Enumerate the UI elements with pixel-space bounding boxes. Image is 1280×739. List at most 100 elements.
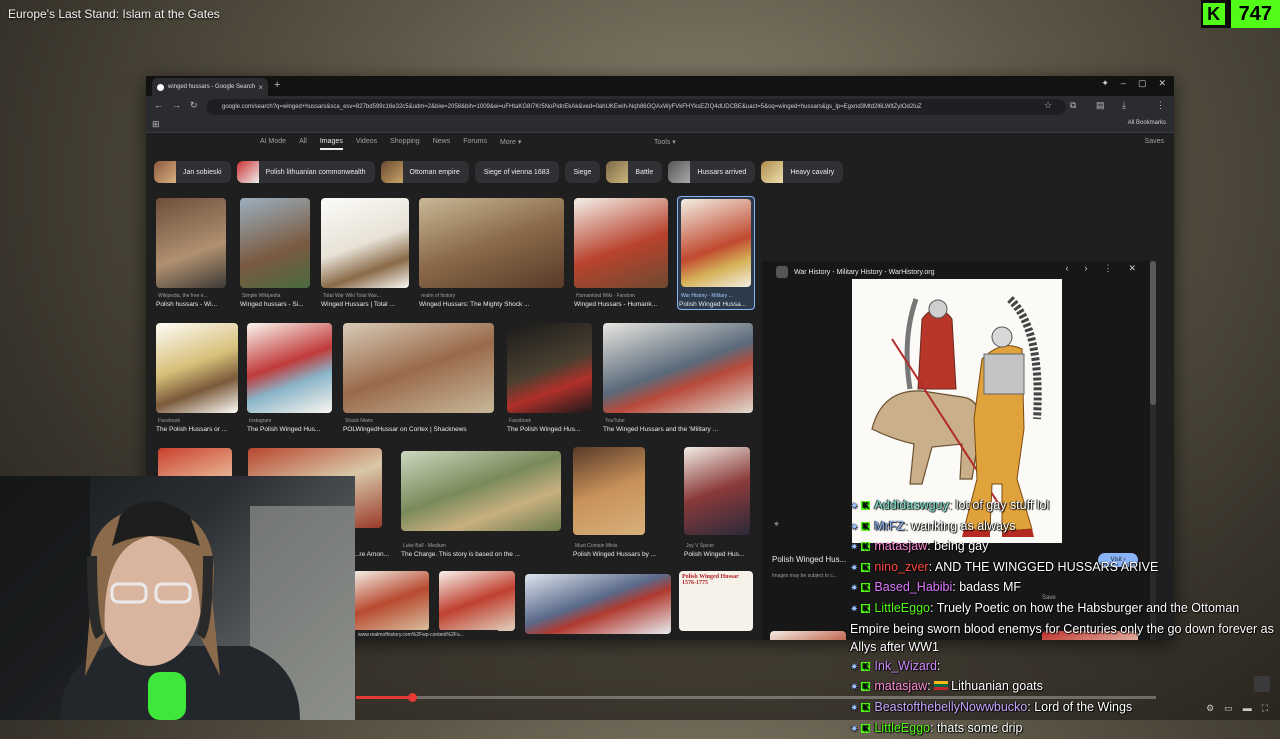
close-tab-icon[interactable]: ×	[258, 83, 263, 92]
browser-tab[interactable]: winged hussars - Google Search ×	[152, 78, 268, 96]
result-image[interactable]	[419, 198, 564, 288]
result-image[interactable]	[240, 198, 310, 288]
chat-username[interactable]: matasjaw	[874, 679, 927, 693]
progress-fill	[356, 696, 412, 699]
related-image[interactable]	[770, 631, 846, 640]
sidebar-icon[interactable]: ▤	[1096, 100, 1105, 111]
chat-text: Lithuanian goats	[951, 679, 1043, 694]
chat-username[interactable]: matasjaw	[874, 539, 927, 553]
result-image[interactable]	[684, 447, 750, 535]
reload-icon[interactable]: ↻	[190, 100, 198, 111]
chip[interactable]: Jan sobieski	[154, 161, 231, 183]
tab-videos[interactable]: Videos	[356, 138, 377, 150]
chip[interactable]: Hussars arrived	[668, 161, 756, 183]
result-image[interactable]	[573, 447, 645, 535]
menu-icon[interactable]: ⋮	[1156, 100, 1165, 111]
minimize-icon[interactable]: –	[1121, 78, 1126, 89]
saves-button[interactable]: Saves	[1145, 138, 1164, 145]
apps-grid-icon[interactable]: ⊞	[152, 119, 160, 130]
result-image[interactable]	[156, 323, 238, 413]
chat-username[interactable]: LittleEggo	[874, 601, 930, 615]
result-title[interactable]: The Winged Hussars and the 'Military ...	[603, 426, 753, 433]
new-tab-button[interactable]: +	[274, 79, 280, 91]
next-icon[interactable]: ›	[1084, 263, 1087, 274]
result-image[interactable]	[353, 571, 429, 631]
result-image[interactable]	[525, 574, 671, 634]
chat-username[interactable]: LittleEggo	[874, 721, 930, 735]
tab-ai-mode[interactable]: AI Mode	[260, 138, 286, 150]
chip[interactable]: Siege	[564, 161, 601, 183]
chat-message: ✷ Kmatasjaw: Lithuanian goats	[850, 677, 1280, 698]
result-title[interactable]: ...re Amon...	[354, 551, 394, 558]
chat-username[interactable]: nino_zver	[874, 560, 928, 574]
extensions-icon[interactable]: ✦	[1101, 78, 1109, 89]
chip[interactable]: Polish lithuanian commonwealth	[236, 161, 375, 183]
panel-copyright: Images may be subject to c...	[772, 573, 838, 579]
forward-icon[interactable]: →	[172, 100, 181, 110]
lens-search-icon[interactable]: ⌖	[774, 519, 779, 530]
chip-label: Jan sobieski	[183, 168, 222, 176]
chat-username[interactable]: BeastofthebellyNowwbucko	[874, 700, 1027, 714]
tab-more[interactable]: More ▾	[500, 138, 521, 150]
result-title[interactable]: Polish Winged Hussa...	[679, 301, 751, 308]
result-title[interactable]: The Polish Hussars or ...	[156, 426, 238, 433]
result-image[interactable]	[603, 323, 753, 413]
result-title[interactable]: POLWingedHussar on Cortex | Shacknews	[343, 426, 494, 433]
result-image[interactable]	[401, 451, 561, 531]
tab-forums[interactable]: Forums	[463, 138, 487, 150]
tab-images[interactable]: Images	[319, 138, 343, 150]
panel-source[interactable]: War History - Military History - WarHist…	[794, 269, 935, 276]
url-input[interactable]: google.com/search?q=winged+hussars&sca_e…	[206, 99, 1066, 115]
tab-shopping[interactable]: Shopping	[390, 138, 420, 150]
chip-thumbnail	[236, 161, 259, 183]
result-title[interactable]: Winged hussars - Si...	[240, 301, 312, 308]
result-title[interactable]: Polish hussars - Wi...	[156, 301, 228, 308]
result-image[interactable]: Polish Winged Hussar 1576-1775	[679, 571, 753, 631]
more-options-icon[interactable]: ⋮	[1103, 263, 1112, 274]
result-title[interactable]: The Charge. This story is based on the .…	[401, 551, 556, 558]
progress-knob[interactable]	[408, 693, 417, 702]
chat-message: ✷ K Addidaswguy: lot of gay stuff lol	[850, 496, 1280, 517]
result-title[interactable]: Winged Hussars: The Mighty Shock ...	[419, 301, 564, 308]
chip[interactable]: Heavy cavalry	[761, 161, 844, 183]
result-image[interactable]	[574, 198, 668, 288]
all-bookmarks-button[interactable]: All Bookmarks	[1128, 120, 1166, 126]
result-image[interactable]	[321, 198, 409, 288]
scrollbar-thumb[interactable]	[1150, 261, 1156, 405]
result-image[interactable]	[247, 323, 332, 413]
chat-username[interactable]: Addidaswguy	[874, 498, 948, 512]
result-title[interactable]: Polish Winged Hus...	[684, 551, 752, 558]
chat-username[interactable]: Ink_Wizard	[874, 659, 937, 673]
chat-message: ✷ K MrFZ: wanking as always	[850, 517, 1280, 538]
chat-username[interactable]: Based_Habibi	[874, 580, 952, 594]
prev-icon[interactable]: ‹	[1065, 263, 1068, 274]
result-image[interactable]	[343, 323, 494, 413]
chip-thumbnail	[154, 161, 176, 183]
maximize-icon[interactable]: ▢	[1138, 78, 1147, 89]
result-image[interactable]	[507, 323, 592, 413]
close-window-icon[interactable]: ✕	[1158, 78, 1166, 89]
result-image[interactable]	[156, 198, 226, 288]
extension-puzzle-icon[interactable]: ⧉	[1070, 100, 1076, 111]
back-icon[interactable]: ←	[154, 100, 163, 110]
kick-badge-icon: K	[861, 702, 871, 712]
chip[interactable]: Ottoman empire	[380, 161, 469, 183]
bookmark-star-icon[interactable]: ☆	[1044, 100, 1052, 111]
chat-message: ✷ K Based_Habibi: badass MF	[850, 578, 1280, 599]
result-title[interactable]: Winged Hussars | Total ...	[321, 301, 411, 308]
tools-button[interactable]: Tools ▾	[654, 138, 676, 146]
chip[interactable]: Siege of vienna 1683	[474, 161, 559, 183]
result-title[interactable]: Polish Winged Hussars by ...	[573, 551, 665, 558]
poster-text: Polish Winged Hussar 1576-1775	[682, 574, 739, 586]
result-title[interactable]: The Polish Winged Hus...	[247, 426, 333, 433]
downloads-icon[interactable]: ⤓	[1122, 100, 1126, 111]
tab-all[interactable]: All	[299, 138, 307, 150]
tab-news[interactable]: News	[433, 138, 451, 150]
chat-username[interactable]: MrFZ	[874, 519, 904, 533]
result-title[interactable]: Winged Hussars - Humank...	[574, 301, 670, 308]
result-title[interactable]: The Polish Winged Hus...	[507, 426, 593, 433]
result-image[interactable]	[439, 571, 515, 631]
chip[interactable]: Battle	[606, 161, 663, 183]
close-panel-icon[interactable]: ✕	[1128, 263, 1136, 274]
panel-title[interactable]: Polish Winged Hus...	[772, 555, 846, 564]
